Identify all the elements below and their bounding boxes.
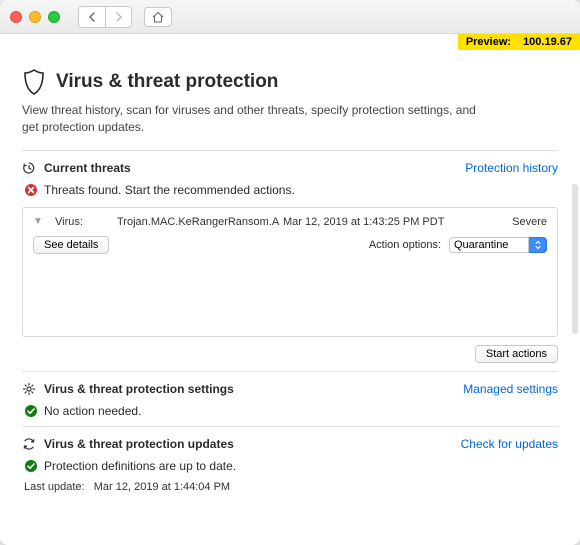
action-options-select[interactable]: Quarantine — [449, 237, 529, 253]
action-options-label: Action options: — [369, 239, 441, 251]
back-button[interactable] — [79, 7, 105, 27]
close-window-button[interactable] — [10, 11, 22, 23]
sync-icon — [22, 437, 36, 451]
page-title: Virus & threat protection — [56, 71, 278, 93]
minimize-window-button[interactable] — [29, 11, 41, 23]
select-arrow[interactable] — [529, 237, 547, 253]
protection-history-link[interactable]: Protection history — [465, 161, 558, 175]
last-update: Last update: Mar 12, 2019 at 1:44:04 PM — [24, 481, 558, 493]
managed-settings-link[interactable]: Managed settings — [463, 382, 558, 396]
home-button[interactable] — [144, 7, 172, 27]
check-updates-link[interactable]: Check for updates — [461, 437, 558, 451]
see-details-button[interactable]: See details — [33, 236, 109, 254]
start-actions-button[interactable]: Start actions — [475, 345, 558, 363]
threat-date: Mar 12, 2019 at 1:43:25 PM PDT — [283, 216, 473, 228]
section-current-threats: Current threats Protection history Threa… — [22, 150, 558, 363]
chevron-left-icon — [88, 12, 96, 22]
last-update-label: Last update: — [24, 481, 85, 493]
threats-found-text: Threats found. Start the recommended act… — [44, 183, 295, 197]
updown-icon — [534, 240, 542, 250]
current-threats-title: Current threats — [44, 161, 457, 175]
preview-version: 100.19.67 — [523, 36, 572, 48]
scrollbar[interactable] — [572, 184, 578, 334]
settings-status-text: No action needed. — [44, 404, 141, 418]
zoom-window-button[interactable] — [48, 11, 60, 23]
threat-name: Trojan.MAC.KeRangerRansom.A — [117, 216, 277, 228]
section-protection-updates: Virus & threat protection updates Check … — [22, 426, 558, 493]
page-header: Virus & threat protection — [22, 68, 558, 96]
page-description: View threat history, scan for viruses an… — [22, 102, 482, 136]
preview-badge: Preview: 100.19.67 — [458, 34, 580, 50]
home-icon — [151, 11, 165, 23]
content-area: Virus & threat protection View threat hi… — [0, 34, 580, 545]
section-protection-settings: Virus & threat protection settings Manag… — [22, 371, 558, 418]
check-icon — [24, 459, 38, 473]
action-options-select-wrap: Quarantine — [449, 237, 547, 253]
threat-row: ▼ Virus: Trojan.MAC.KeRangerRansom.A Mar… — [33, 216, 547, 228]
updates-status-text: Protection definitions are up to date. — [44, 459, 236, 473]
nav-buttons — [78, 6, 132, 28]
forward-button[interactable] — [105, 7, 131, 27]
chevron-right-icon — [115, 12, 123, 22]
settings-title: Virus & threat protection settings — [44, 382, 455, 396]
virus-label: Virus: — [55, 216, 111, 228]
app-window: Preview: 100.19.67 Virus & threat protec… — [0, 0, 580, 545]
updates-title: Virus & threat protection updates — [44, 437, 453, 451]
error-icon — [24, 183, 38, 197]
window-controls — [10, 11, 60, 23]
disclosure-triangle[interactable]: ▼ — [33, 216, 49, 227]
last-update-value: Mar 12, 2019 at 1:44:04 PM — [94, 481, 230, 493]
threat-severity: Severe — [479, 216, 547, 228]
titlebar: Preview: 100.19.67 — [0, 0, 580, 34]
history-icon — [22, 161, 36, 175]
threat-list: ▼ Virus: Trojan.MAC.KeRangerRansom.A Mar… — [22, 207, 558, 337]
check-icon — [24, 404, 38, 418]
gear-icon — [22, 382, 36, 396]
preview-label: Preview: — [466, 36, 511, 48]
shield-icon — [22, 68, 46, 96]
